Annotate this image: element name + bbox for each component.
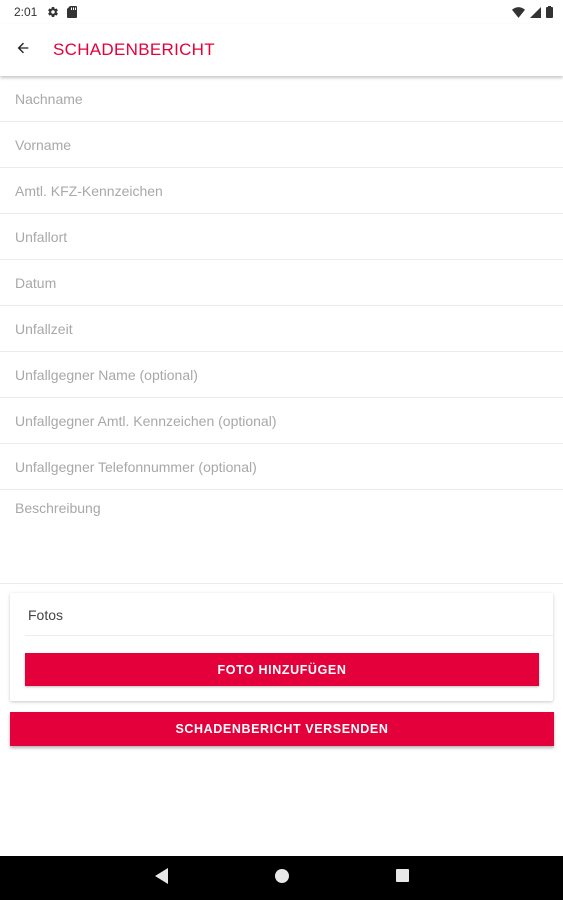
photos-title: Fotos	[28, 607, 64, 623]
field-gegner-telefon	[0, 444, 563, 490]
vorname-input[interactable]	[15, 136, 555, 153]
status-icons-left	[47, 6, 78, 18]
signal-icon	[530, 6, 541, 18]
damage-report-form	[0, 76, 563, 584]
photos-divider	[25, 635, 553, 636]
field-vorname	[0, 122, 563, 168]
nav-home-button[interactable]	[258, 856, 306, 900]
nav-recents-button[interactable]	[378, 856, 426, 900]
field-unfallort	[0, 214, 563, 260]
field-gegner-kennzeichen	[0, 398, 563, 444]
status-time: 2:01	[14, 5, 38, 19]
gegner-name-input[interactable]	[15, 366, 555, 383]
sd-card-icon	[67, 6, 78, 18]
gegner-kennzeichen-input[interactable]	[15, 412, 555, 429]
datum-input[interactable]	[15, 274, 555, 291]
system-nav-bar	[0, 856, 563, 900]
field-unfallzeit	[0, 306, 563, 352]
send-report-button[interactable]: SCHADENBERICHT VERSENDEN	[10, 712, 554, 746]
page-title: SCHADENBERICHT	[53, 40, 215, 59]
nav-back-button[interactable]	[138, 856, 186, 900]
wifi-icon	[512, 6, 525, 18]
app-bar: SCHADENBERICHT	[0, 24, 563, 76]
recents-square-icon	[395, 869, 409, 887]
gegner-telefon-input[interactable]	[15, 458, 555, 475]
status-bar: 2:01	[0, 0, 563, 24]
field-gegner-name	[0, 352, 563, 398]
add-photo-button[interactable]: FOTO HINZUFÜGEN	[25, 653, 539, 686]
nachname-input[interactable]	[15, 90, 555, 107]
kfz-kennzeichen-input[interactable]	[15, 182, 555, 199]
field-kennzeichen	[0, 168, 563, 214]
photos-card: Fotos FOTO HINZUFÜGEN	[10, 593, 553, 701]
battery-icon	[546, 6, 553, 18]
field-beschreibung	[0, 490, 563, 584]
back-triangle-icon	[155, 867, 169, 889]
field-datum	[0, 260, 563, 306]
arrow-left-icon	[15, 40, 31, 61]
unfallort-input[interactable]	[15, 228, 555, 245]
unfallzeit-input[interactable]	[15, 320, 555, 337]
field-nachname	[0, 76, 563, 122]
beschreibung-textarea[interactable]	[15, 500, 555, 576]
home-circle-icon	[275, 868, 289, 888]
gear-icon	[47, 6, 59, 18]
back-button[interactable]	[1, 28, 45, 72]
status-icons-right	[512, 6, 553, 18]
